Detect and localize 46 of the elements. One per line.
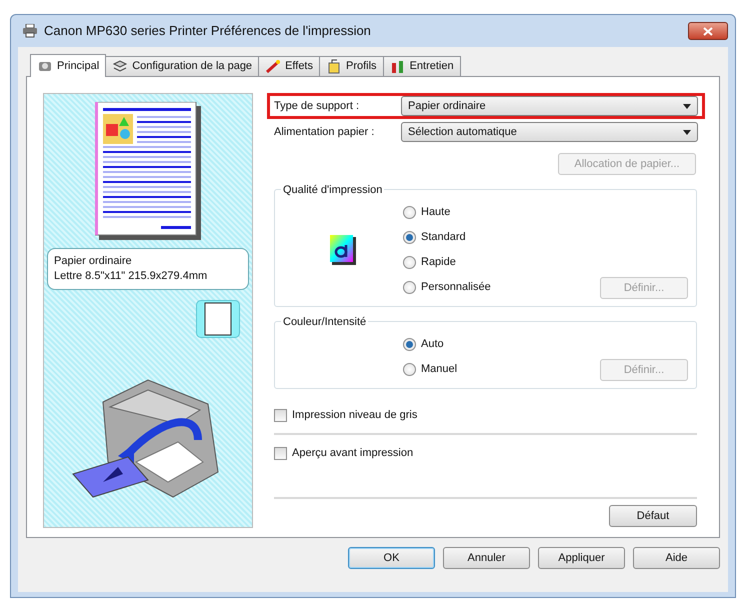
tab[interactable]: Principal [30, 54, 106, 77]
tab[interactable]: Entretien [382, 56, 461, 76]
layers-icon [112, 59, 128, 74]
window-title: Canon MP630 series Printer Préférences de l'impression [44, 22, 371, 40]
close-icon [703, 26, 713, 36]
radio-label: Personnalisée [421, 280, 491, 296]
tab[interactable]: Profils [319, 56, 384, 76]
radio-button[interactable] [403, 338, 416, 351]
media-info-label: Papier ordinaire Lettre 8.5"x11" 215.9x279.4mm [47, 248, 249, 290]
radio-button[interactable] [403, 281, 416, 294]
dropdown-value: Papier ordinaire [408, 98, 486, 114]
tab[interactable]: Configuration de la page [105, 56, 260, 76]
dialog-button[interactable]: Annuler [443, 547, 530, 569]
radio-label: Auto [421, 337, 444, 352]
dialog-button[interactable]: OK [348, 547, 435, 569]
group-title: Qualité d'impression [281, 182, 384, 198]
field-label: Type de support : [274, 98, 360, 114]
radio-label: Standard [421, 230, 466, 246]
radio-label: Rapide [421, 255, 456, 270]
dropdown-arrow-icon [683, 104, 691, 108]
dropdown-value: Sélection automatique [408, 124, 517, 140]
radio-label: Haute [421, 205, 450, 220]
radio-button[interactable] [403, 256, 416, 269]
dialog-button[interactable]: Aide [633, 547, 720, 569]
dialog-button[interactable]: Appliquer [538, 547, 625, 569]
tab[interactable]: Effets [258, 56, 320, 76]
checkbox[interactable] [274, 408, 287, 422]
dropdown-arrow-icon [683, 130, 691, 134]
checkbox-label: Impression niveau de gris [292, 408, 418, 423]
radio-button[interactable] [403, 363, 416, 376]
radio-label: Manuel [421, 362, 458, 378]
orientation-icon [196, 300, 240, 338]
tools-icon [390, 59, 406, 74]
quality-letter-icon [330, 235, 356, 265]
checkbox[interactable] [274, 446, 287, 460]
checkbox-label: Aperçu avant impression [292, 446, 414, 461]
default-button[interactable]: Défaut [609, 505, 697, 527]
printer-icon [22, 24, 38, 38]
radio-button[interactable] [403, 206, 416, 219]
dropdown[interactable]: Papier ordinaire [401, 96, 698, 116]
clipboard-icon [326, 59, 342, 74]
close-button[interactable] [688, 22, 728, 40]
dropdown[interactable]: Sélection automatique [401, 122, 698, 142]
field-label: Alimentation papier : [274, 124, 376, 140]
radio-button[interactable] [403, 231, 416, 244]
brush-icon [265, 59, 282, 74]
